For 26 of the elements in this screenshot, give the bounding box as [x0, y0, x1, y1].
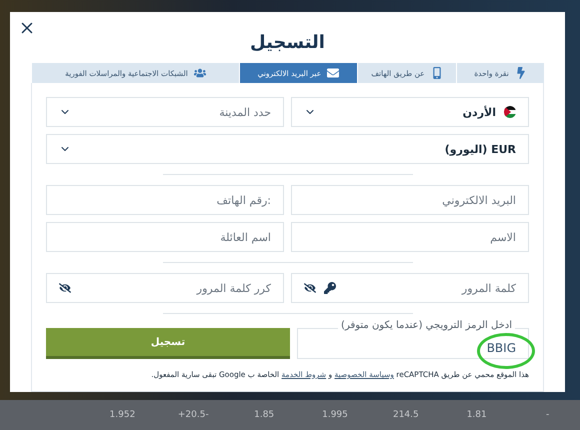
eye-slash-icon[interactable] — [59, 282, 71, 294]
odds-value: - — [544, 410, 550, 420]
promo-code-label: ادخل الرمز الترويجي (عندما يكون متوفر) — [338, 320, 515, 331]
dialog-title: التسجيل — [249, 32, 326, 53]
odds-value: 1.81 — [466, 410, 488, 420]
input-field[interactable]: الاسم — [291, 222, 529, 252]
users-icon — [194, 67, 206, 79]
password-field[interactable]: كرر كلمة المرور — [46, 273, 284, 303]
input-field[interactable]: البريد الالكتروني — [291, 185, 529, 215]
flag-icon — [504, 106, 516, 118]
eye-slash-icon[interactable] — [304, 282, 316, 294]
phone-icon — [430, 67, 443, 79]
select-field[interactable]: حدد المدينة — [46, 97, 284, 127]
mail-icon — [327, 67, 340, 79]
odds-value: 214.5 — [392, 410, 420, 420]
odds-value: 1.952 — [108, 410, 136, 420]
bolt-icon — [514, 67, 527, 79]
odds-value: 1.995 — [321, 410, 349, 420]
input-field[interactable]: اسم العائلة — [46, 222, 284, 252]
odds-value: +20.5- — [176, 410, 210, 420]
select-field[interactable]: EUR (اليورو) — [46, 134, 529, 164]
password-field[interactable]: كلمة المرور — [291, 273, 529, 303]
select-field[interactable]: الأردن — [291, 97, 529, 127]
register-button[interactable]: تسجيل — [46, 328, 290, 359]
odds-value: 1.85 — [253, 410, 276, 420]
input-field[interactable]: :رقم الهاتف — [46, 185, 284, 215]
